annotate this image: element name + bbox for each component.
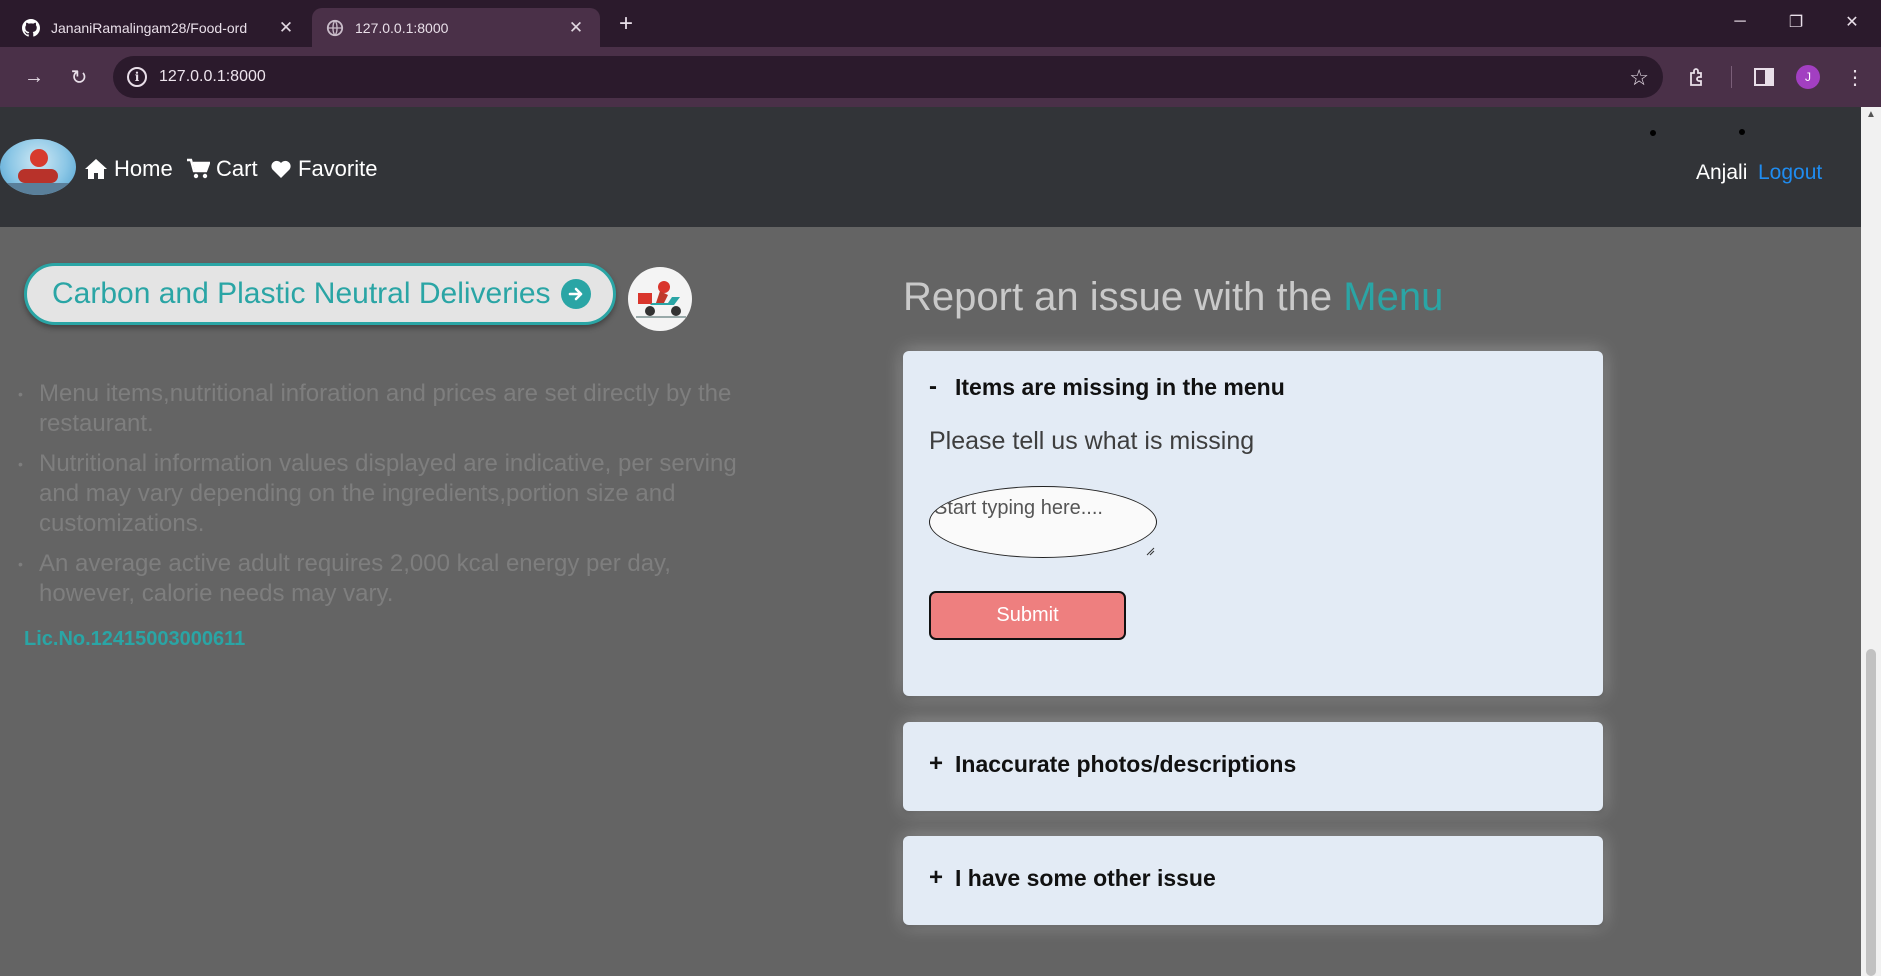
site-info-icon[interactable]: i (127, 67, 147, 87)
bookmark-star-icon[interactable]: ☆ (1629, 65, 1649, 91)
logout-link[interactable]: Logout (1758, 161, 1822, 185)
heart-icon (270, 159, 292, 179)
page-scrollbar[interactable]: ▲ (1861, 107, 1881, 976)
report-title: Report an issue with the Menu (903, 275, 1443, 320)
list-item: Menu items,nutritional inforation and pr… (18, 379, 738, 439)
github-icon (22, 18, 40, 37)
site-navbar: Home Cart Favorite Anjali Logout (0, 107, 1861, 227)
license-number: Lic.No.12415003000611 (24, 628, 246, 650)
address-url[interactable]: 127.0.0.1:8000 (159, 68, 266, 86)
carbon-neutral-label: Carbon and Plastic Neutral Deliveries (52, 277, 551, 310)
user-name: Anjali (1696, 161, 1748, 184)
reload-icon[interactable]: ↻ (63, 61, 95, 93)
cart-icon (186, 158, 210, 180)
new-tab-button[interactable]: + (612, 10, 640, 38)
tab-github[interactable]: JananiRamalingam28/Food-ord ✕ (8, 8, 310, 47)
restore-icon[interactable]: ❐ (1768, 0, 1824, 44)
toolbar-divider (1731, 66, 1732, 88)
tab-localhost[interactable]: 127.0.0.1:8000 ✕ (312, 8, 600, 47)
menu-kebab-icon[interactable]: ⋮ (1839, 61, 1871, 93)
accordion-header[interactable]: + Inaccurate photos/descriptions (929, 750, 1296, 778)
close-icon[interactable]: ✕ (276, 18, 296, 38)
carbon-neutral-button[interactable]: Carbon and Plastic Neutral Deliveries (24, 263, 616, 325)
address-bar[interactable]: i 127.0.0.1:8000 ☆ (113, 56, 1663, 98)
minimize-icon[interactable]: ─ (1712, 0, 1768, 44)
globe-icon (326, 19, 344, 37)
arrow-right-icon (560, 279, 591, 309)
accordion-inaccurate-photos[interactable]: + Inaccurate photos/descriptions (903, 722, 1603, 811)
forward-icon[interactable]: → (18, 61, 50, 93)
list-item: An average active adult requires 2,000 k… (18, 549, 738, 609)
collapse-icon: - (929, 373, 937, 400)
expand-icon: + (929, 750, 944, 777)
accordion-other-issue[interactable]: + I have some other issue (903, 836, 1603, 925)
accordion-title: Items are missing in the menu (955, 373, 1285, 400)
report-title-accent: Menu (1343, 275, 1444, 319)
browser-toolbar: → ↻ i 127.0.0.1:8000 ☆ ⋮ (0, 47, 1881, 107)
report-title-prefix: Report an issue with the (903, 275, 1333, 319)
home-icon (84, 158, 108, 180)
nav-home-label: Home (114, 156, 173, 181)
scroll-up-icon[interactable]: ▲ (1866, 109, 1876, 120)
nav-home[interactable]: Home (84, 155, 173, 183)
nav-favorite[interactable]: Favorite (270, 155, 377, 183)
accordion-header[interactable]: - Items are missing in the menu (929, 373, 1285, 401)
extensions-icon[interactable] (1681, 61, 1713, 93)
accordion-title: I have some other issue (955, 864, 1216, 891)
scrollbar-thumb[interactable] (1866, 649, 1876, 976)
tab-title: 127.0.0.1:8000 (355, 19, 449, 36)
nav-cart[interactable]: Cart (186, 155, 258, 183)
decorative-dot (1650, 130, 1656, 136)
accordion-title: Inaccurate photos/descriptions (955, 750, 1297, 777)
resize-grip-icon[interactable] (1145, 546, 1155, 556)
nav-favorite-label: Favorite (298, 156, 378, 181)
page-viewport: Home Cart Favorite Anjali Logout Carbon … (0, 107, 1881, 976)
nutrition-notes-list: Menu items,nutritional inforation and pr… (18, 379, 738, 619)
tab-title: JananiRamalingam28/Food-ord (51, 19, 248, 36)
close-icon[interactable]: ✕ (566, 18, 586, 38)
decorative-dot (1739, 129, 1745, 135)
submit-button[interactable]: Submit (929, 591, 1126, 640)
expand-icon: + (929, 864, 944, 891)
browser-tab-bar: JananiRamalingam28/Food-ord ✕ 127.0.0.1:… (0, 0, 1881, 47)
nav-cart-label: Cart (216, 156, 258, 181)
missing-prompt: Please tell us what is missing (929, 427, 1255, 455)
list-item: Nutritional information values displayed… (18, 449, 738, 539)
window-close-icon[interactable]: ✕ (1824, 0, 1880, 44)
side-panel-icon[interactable] (1748, 61, 1780, 93)
accordion-header[interactable]: + I have some other issue (929, 864, 1216, 892)
missing-items-textarea[interactable] (929, 486, 1157, 558)
delivery-scooter-image (628, 267, 692, 331)
accordion-items-missing: - Items are missing in the menu Please t… (903, 351, 1603, 696)
site-logo[interactable] (0, 139, 76, 195)
profile-avatar[interactable]: J (1796, 65, 1820, 89)
